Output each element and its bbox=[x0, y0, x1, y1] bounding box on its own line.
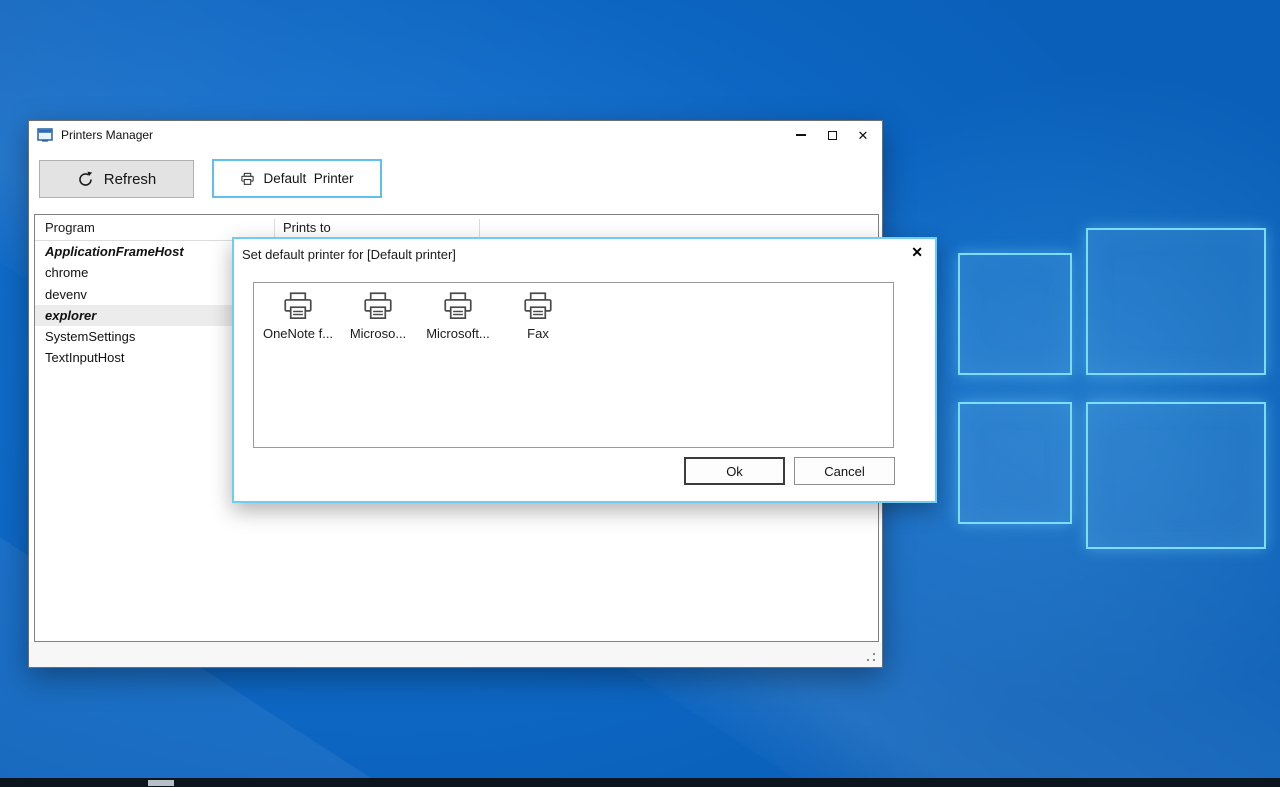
windows-logo-pane bbox=[958, 402, 1072, 524]
app-icon bbox=[37, 128, 53, 142]
minimize-button[interactable] bbox=[794, 128, 808, 142]
printer-icon bbox=[444, 292, 472, 319]
refresh-button[interactable]: Refresh bbox=[39, 160, 194, 198]
printer-label: Fax bbox=[527, 326, 549, 341]
printer-icon bbox=[241, 172, 255, 185]
resize-grip-icon[interactable] bbox=[865, 651, 876, 662]
default-printer-button[interactable]: Default Printer bbox=[212, 159, 382, 198]
set-default-printer-dialog: Set default printer for [Default printer… bbox=[232, 237, 937, 503]
close-icon: ✕ bbox=[857, 127, 869, 143]
close-button[interactable]: ✕ bbox=[856, 128, 870, 142]
window-titlebar[interactable]: Printers Manager ✕ bbox=[29, 121, 882, 149]
maximize-button[interactable] bbox=[825, 128, 839, 142]
maximize-icon bbox=[827, 130, 837, 140]
taskbar[interactable] bbox=[0, 778, 1280, 787]
taskbar-item[interactable] bbox=[148, 780, 174, 786]
cancel-button[interactable]: Cancel bbox=[794, 457, 895, 485]
column-divider bbox=[274, 219, 275, 237]
printer-label: OneNote f... bbox=[262, 326, 334, 341]
column-header-prints-to[interactable]: Prints to bbox=[283, 220, 331, 235]
printer-label: Microso... bbox=[349, 326, 407, 341]
minimize-icon bbox=[796, 134, 806, 136]
windows-logo-pane bbox=[1086, 402, 1266, 549]
printer-icon bbox=[284, 292, 312, 319]
printer-item[interactable]: Microsoft... bbox=[418, 291, 498, 341]
column-divider bbox=[479, 219, 480, 237]
window-title: Printers Manager bbox=[61, 128, 154, 142]
default-printer-button-label: Default Printer bbox=[263, 171, 354, 186]
windows-logo-pane bbox=[1086, 228, 1266, 375]
printer-label: Microsoft... bbox=[426, 326, 490, 341]
windows-logo-pane bbox=[958, 253, 1072, 375]
column-header-program[interactable]: Program bbox=[45, 220, 95, 235]
refresh-button-label: Refresh bbox=[103, 170, 157, 188]
dialog-title: Set default printer for [Default printer… bbox=[242, 247, 456, 262]
dialog-close-button[interactable]: ✕ bbox=[911, 244, 923, 261]
printer-item[interactable]: OneNote f... bbox=[258, 291, 338, 341]
printer-list-panel: OneNote f... Microso... Microsoft... Fax bbox=[253, 282, 894, 448]
printer-item[interactable]: Fax bbox=[498, 291, 578, 341]
printer-item[interactable]: Microso... bbox=[338, 291, 418, 341]
refresh-icon bbox=[78, 171, 92, 186]
printer-icon bbox=[524, 292, 552, 319]
printer-icon bbox=[364, 292, 392, 319]
ok-button[interactable]: Ok bbox=[684, 457, 785, 485]
window-controls: ✕ bbox=[794, 128, 882, 142]
status-bar bbox=[29, 642, 882, 667]
